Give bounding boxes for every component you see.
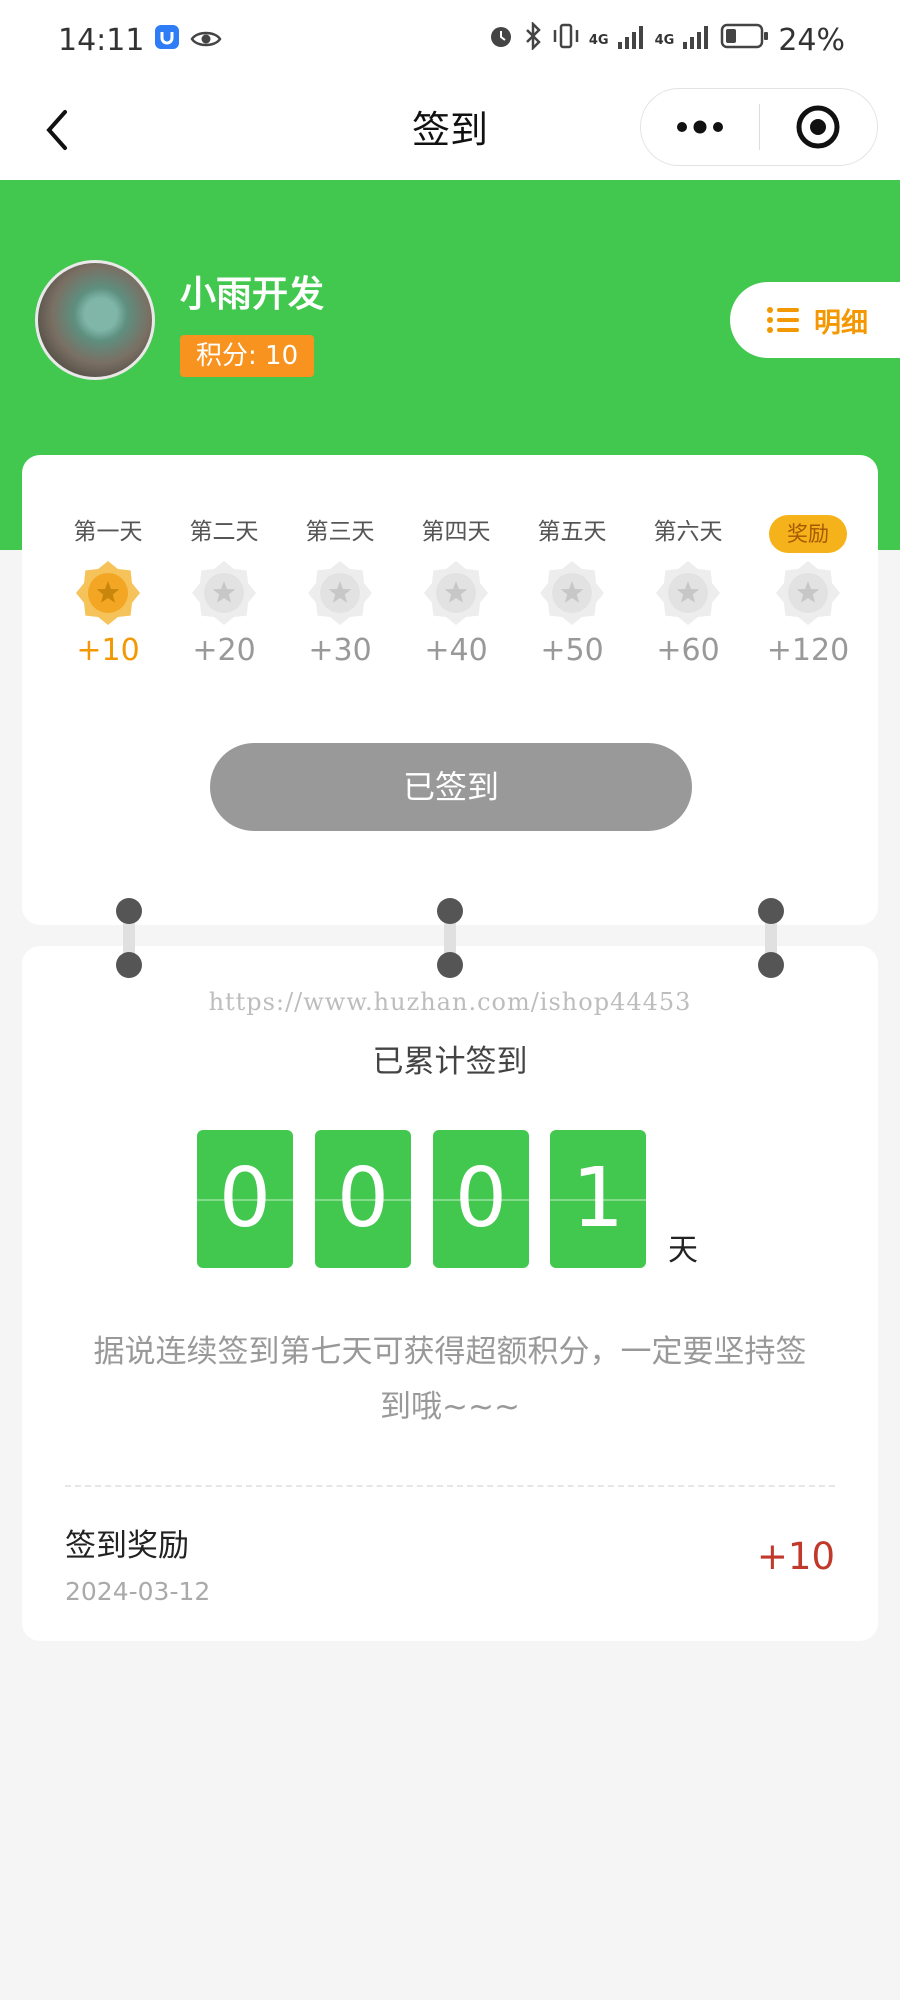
star-badge-icon [538, 559, 606, 627]
status-bar: 14:11 4G 4G 24% [0, 0, 900, 80]
day-label: 第三天 [282, 515, 398, 549]
battery-percent: 24% [778, 22, 845, 58]
checkin-days: 第一天 +10 第二天 +20 第三天 +30 第四天 +40 第五天 +50 第六天 +60 奖励 +1… [22, 515, 878, 695]
status-time: 14:11 [58, 22, 145, 58]
avatar [35, 260, 155, 380]
more-dots-icon [676, 120, 723, 134]
day-label-text: 第五天 [537, 519, 607, 545]
tip-text: 据说连续签到第七天可获得超额积分，一定要坚持签到哦~~~ [93, 1334, 807, 1425]
signal-icon [617, 23, 647, 58]
checkin-day: 第四天 +40 [398, 515, 514, 668]
day-label: 第一天 [50, 515, 166, 549]
day-points: +30 [308, 633, 372, 668]
checkin-day: 第二天 +20 [166, 515, 282, 668]
star-badge-icon [74, 559, 142, 627]
day-points: +20 [192, 633, 256, 668]
points-badge: 积分: 10 [180, 335, 315, 377]
alarm-icon [487, 22, 515, 58]
counter-digit: 0 [433, 1130, 529, 1268]
day-label: 第六天 [630, 515, 746, 549]
star-badge-icon [654, 559, 722, 627]
checkin-day-reward: 奖励 +120 [750, 515, 866, 668]
signed-button[interactable]: 已签到 [210, 743, 692, 831]
record-points: +10 [756, 1535, 835, 1578]
total-label: 已累计签到 [372, 1044, 528, 1080]
app-shield-icon [154, 23, 180, 58]
bluetooth-icon [523, 20, 543, 58]
checkin-day: 第五天 +50 [514, 515, 630, 668]
day-label: 第五天 [514, 515, 630, 549]
day-label: 奖励 [750, 515, 866, 553]
mini-program-capsule [640, 88, 878, 166]
counter-digit: 1 [550, 1130, 646, 1268]
counter-digit: 0 [197, 1130, 293, 1268]
vibrate-icon [551, 22, 581, 58]
day-points: +40 [424, 633, 488, 668]
battery-icon [720, 22, 770, 58]
day-points: +10 [76, 633, 140, 668]
day-label: 第二天 [166, 515, 282, 549]
target-icon [796, 105, 840, 149]
star-badge-icon [422, 559, 490, 627]
star-badge-icon [774, 559, 842, 627]
detail-button[interactable]: 明细 [730, 282, 900, 358]
day-points: +50 [540, 633, 604, 668]
star-badge-icon [190, 559, 258, 627]
day-label-text: 第一天 [73, 519, 143, 545]
binder-ring [116, 898, 142, 978]
signal-icon [682, 23, 712, 58]
record-title: 签到奖励 [65, 1528, 189, 1564]
checkin-card: 第一天 +10 第二天 +20 第三天 +30 第四天 +40 第五天 +50 第六天 +60 奖励 +1… [22, 455, 878, 925]
username: 小雨开发 [180, 274, 325, 315]
day-label-text: 第四天 [421, 519, 491, 545]
counter-unit: 天 [668, 1233, 698, 1268]
record-date: 2024-03-12 [65, 1577, 211, 1606]
nav-bar: 签到 [0, 80, 900, 180]
checkin-day: 第三天 +30 [282, 515, 398, 668]
day-label: 第四天 [398, 515, 514, 549]
day-label-text: 第三天 [305, 519, 375, 545]
reward-badge: 奖励 [769, 515, 847, 553]
binder-ring [758, 898, 784, 978]
day-label-text: 第六天 [653, 519, 723, 545]
network-label-1: 4G [588, 32, 609, 48]
counter-digit: 0 [315, 1130, 411, 1268]
detail-label: 明细 [814, 307, 868, 339]
checkin-day: 第一天 +10 [50, 515, 166, 668]
more-button[interactable] [641, 89, 759, 165]
network-label-2: 4G [654, 32, 675, 48]
star-badge-icon [306, 559, 374, 627]
day-points: +60 [656, 633, 720, 668]
eye-icon [190, 23, 222, 58]
watermark: https://www.huzhan.com/ishop44453 [208, 988, 692, 1016]
day-label-text: 第二天 [189, 519, 259, 545]
list-icon [767, 307, 799, 333]
divider [65, 1485, 835, 1487]
close-miniprogram-button[interactable] [760, 89, 878, 165]
checkin-day: 第六天 +60 [630, 515, 746, 668]
binder-ring [437, 898, 463, 978]
day-points: +120 [766, 633, 850, 668]
